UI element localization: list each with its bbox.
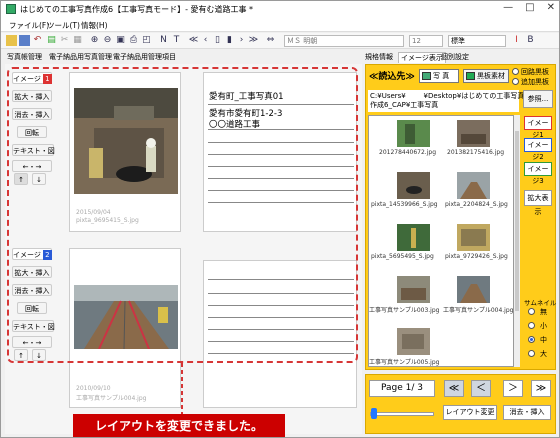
thumb-size-small-label: 小 <box>540 322 547 330</box>
layout-highlight-frame <box>7 67 358 363</box>
layout-change-button[interactable]: レイアウト変更 <box>443 405 497 420</box>
app-window: はじめての工事写真作成6【工事写真モード】- 愛有む道路工事 * — □ ✕ フ… <box>0 0 560 438</box>
enlarge-view-button[interactable]: 拡大表示 <box>524 190 552 216</box>
page-indicator: Page 1/ 3 <box>369 380 435 397</box>
tab-e-delivery-items[interactable]: 電子納品用管理項目 <box>113 52 176 62</box>
thumbnail-1[interactable] <box>397 120 430 147</box>
thumb-size-large-radio[interactable] <box>528 350 535 357</box>
menu-info[interactable]: 情報(H) <box>81 20 108 31</box>
file-name-3: pixta_14539966_S.jpg <box>371 201 438 208</box>
image3-slot-button[interactable]: イメージ3 <box>524 162 552 185</box>
radio-board-1-label: 回路黒板 <box>521 68 549 76</box>
zoom-slider-knob[interactable] <box>371 408 377 419</box>
thumbnail-2[interactable] <box>457 120 490 147</box>
photo2-date: 2010/09/10 <box>76 385 111 392</box>
radio-board-2[interactable] <box>512 78 519 85</box>
title-bar: はじめての工事写真作成6【工事写真モード】- 愛有む道路工事 * — □ ✕ <box>1 1 559 18</box>
copy-icon[interactable]: ▤ <box>46 35 57 46</box>
zoom-slider[interactable] <box>370 412 434 416</box>
photo-icon <box>422 72 431 80</box>
toolbar: ↶ ▤ ✂ ▦ ⊕ ⊖ ▣ ⎙ ◰ N T ≪ ‹ ▯ ▮ › ≫ ⇔ ＭＳ 明… <box>1 33 559 49</box>
thumbnail-7[interactable] <box>397 276 430 303</box>
format-icon[interactable]: T <box>171 35 182 46</box>
image1-slot-button[interactable]: イメージ1 <box>524 116 552 139</box>
file-name-9: 工事写真サンプル005.jpg <box>369 359 440 366</box>
page-icon[interactable]: ▯ <box>212 35 223 46</box>
photo2-filename: 工事写真サンプル004.jpg <box>76 395 147 402</box>
tab-image-view[interactable]: イメージ表示 <box>398 52 446 63</box>
tab-photo-album[interactable]: 写真帳管理 <box>7 52 42 62</box>
font-name-select[interactable]: ＭＳ 明朝 <box>284 35 404 47</box>
last-page-icon[interactable]: ≫ <box>248 35 259 46</box>
page2-icon[interactable]: ▮ <box>224 35 235 46</box>
font-size-select[interactable]: 12 <box>409 35 443 47</box>
tab-individual-settings[interactable]: 個別設定 <box>441 52 469 62</box>
callout-connector <box>181 363 183 415</box>
open-folder-icon[interactable] <box>6 35 17 46</box>
undo-icon[interactable]: ↶ <box>32 35 43 46</box>
tab-e-delivery-photos[interactable]: 電子納品用写真管理 <box>49 52 112 62</box>
file-name-5: pixta_5695495_S.jpg <box>371 253 434 260</box>
cut-icon[interactable]: ✂ <box>59 35 70 46</box>
radio-board-1[interactable] <box>512 68 519 75</box>
save-icon[interactable] <box>19 35 30 46</box>
window-title: はじめての工事写真作成6【工事写真モード】- 愛有む道路工事 * <box>20 5 254 14</box>
zoom-in-icon[interactable]: ⊕ <box>89 35 100 46</box>
last-page-button[interactable]: ≫ <box>531 380 551 397</box>
first-page-button[interactable]: ≪ <box>444 380 464 397</box>
browse-button[interactable]: 参照... <box>523 90 553 108</box>
file-name-4: pixta_2204824_S.jpg <box>445 201 508 208</box>
read-source-label: ≪読込先≫ <box>369 72 415 82</box>
preview-icon[interactable]: ◰ <box>141 35 152 46</box>
next-page-icon[interactable]: › <box>236 35 247 46</box>
pdf-icon[interactable]: N <box>158 35 169 46</box>
image-file-list[interactable]: 201278440672.jpg 201382175416.jpg pixta_… <box>368 115 514 367</box>
radio-board-2-label: 追加黒板 <box>521 78 549 86</box>
file-name-7: 工事写真サンプル003.jpg <box>369 307 440 314</box>
first-page-icon[interactable]: ≪ <box>188 35 199 46</box>
maximize-button[interactable]: □ <box>525 2 534 13</box>
image2-slot-button[interactable]: イメージ2 <box>524 138 552 161</box>
zoom-out-icon[interactable]: ⊖ <box>102 35 113 46</box>
notice-banner: レイアウトを変更できました。 <box>73 414 285 437</box>
view-icon[interactable]: ▣ <box>115 35 126 46</box>
next-page-button[interactable]: ＞ <box>503 380 523 397</box>
minimize-button[interactable]: — <box>503 2 513 13</box>
thumbnail-5[interactable] <box>397 224 430 251</box>
thumb-size-small-radio[interactable] <box>528 322 535 329</box>
thumb-size-none-radio[interactable] <box>528 308 535 315</box>
folder-path: C:¥Users¥ ¥Desktop¥はじめての工事写真 作成6_CAP¥工事写… <box>368 90 524 112</box>
file-list-scroll-thumb[interactable] <box>515 131 519 311</box>
tab-spec-info[interactable]: 規格情報 <box>365 52 393 62</box>
menu-tools[interactable]: ツール(T) <box>47 20 80 31</box>
file-name-6: pixta_9729426_S.jpg <box>445 253 508 260</box>
thumb-size-large-label: 大 <box>540 350 547 358</box>
file-name-8: 工事写真サンプル004.jpg <box>443 307 514 314</box>
file-name-2: 201382175416.jpg <box>447 149 504 156</box>
thumbnail-9[interactable] <box>397 328 430 355</box>
style-select[interactable]: 標準 <box>448 35 506 47</box>
prev-page-icon[interactable]: ‹ <box>200 35 211 46</box>
blackboard-icon <box>466 72 475 80</box>
swap-icon[interactable]: ⇔ <box>265 35 276 46</box>
thumb-size-medium-radio[interactable] <box>528 336 535 343</box>
paste-icon[interactable]: ▦ <box>72 35 83 46</box>
bold-icon[interactable]: B <box>525 35 536 46</box>
file-name-1: 201278440672.jpg <box>379 149 436 156</box>
app-icon <box>6 4 16 14</box>
thumbnail-4[interactable] <box>457 172 490 199</box>
thumbnail-8[interactable] <box>457 276 490 303</box>
thumbnail-6[interactable] <box>457 224 490 251</box>
thumb-size-none-label: 無 <box>540 308 547 316</box>
erase-insert-button[interactable]: 消去・挿入 <box>503 405 551 420</box>
prev-page-button[interactable]: ＜ <box>471 380 491 397</box>
italic-icon[interactable]: I <box>511 35 522 46</box>
menu-bar: ファイル(F) ツール(T) 情報(H) <box>1 18 559 32</box>
print-icon[interactable]: ⎙ <box>128 35 139 46</box>
menu-file[interactable]: ファイル(F) <box>9 20 49 31</box>
thumbnail-size-label: サムネイル <box>524 299 557 307</box>
thumbnail-3[interactable] <box>397 172 430 199</box>
thumb-size-medium-label: 中 <box>540 336 547 344</box>
close-button[interactable]: ✕ <box>547 2 555 13</box>
